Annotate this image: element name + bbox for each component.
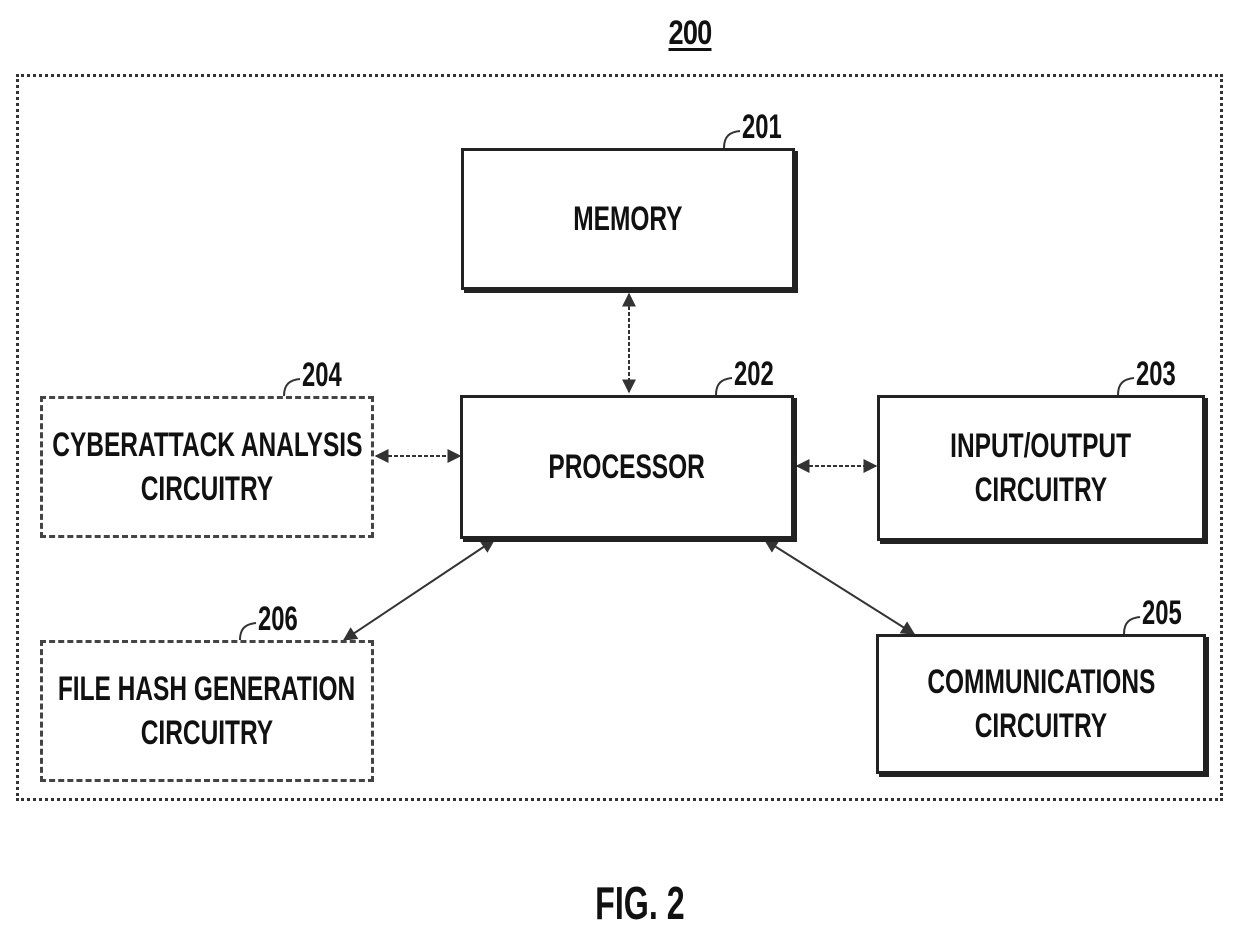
leader-201 (723, 130, 741, 149)
ref-label-206: 206 (258, 600, 298, 638)
communications-circuitry-block: COMMUNICATIONS CIRCUITRY (876, 634, 1206, 774)
ref-label-202: 202 (734, 355, 774, 393)
communications-label-line1: COMMUNICATIONS (926, 662, 1156, 701)
io-circuitry-block: INPUT/OUTPUT CIRCUITRY (877, 395, 1205, 541)
ref-label-201: 201 (742, 108, 782, 146)
communications-label-line2: CIRCUITRY (974, 707, 1108, 745)
file-hash-label-line1: FILE HASH GENERATION (58, 669, 356, 708)
leader-202 (715, 377, 733, 396)
io-label-line2: CIRCUITRY (974, 471, 1108, 509)
connector-processor-filehash (342, 539, 496, 641)
connector-processor-communications (763, 539, 916, 635)
memory-label: MEMORY (573, 199, 683, 238)
leader-204 (283, 378, 301, 397)
leader-206 (239, 622, 257, 641)
io-label-line1: INPUT/OUTPUT (950, 426, 1132, 465)
processor-block: PROCESSOR (460, 395, 794, 539)
memory-block: MEMORY (461, 148, 795, 290)
file-hash-generation-block: FILE HASH GENERATION CIRCUITRY (40, 640, 374, 782)
cyberattack-label-line1: CYBERATTACK ANALYSIS (51, 425, 363, 464)
leader-203 (1117, 377, 1135, 396)
ref-label-203: 203 (1136, 355, 1176, 393)
leader-205 (1123, 616, 1141, 635)
ref-label-204: 204 (302, 356, 342, 394)
figure-caption: FIG. 2 (560, 876, 720, 930)
file-hash-label-line2: CIRCUITRY (140, 714, 274, 752)
processor-label: PROCESSOR (548, 447, 706, 486)
figure-caption-text: FIG. 2 (595, 877, 685, 929)
cyberattack-label-line2: CIRCUITRY (140, 470, 274, 508)
ref-label-205: 205 (1142, 594, 1182, 632)
cyberattack-analysis-block: CYBERATTACK ANALYSIS CIRCUITRY (40, 396, 374, 538)
